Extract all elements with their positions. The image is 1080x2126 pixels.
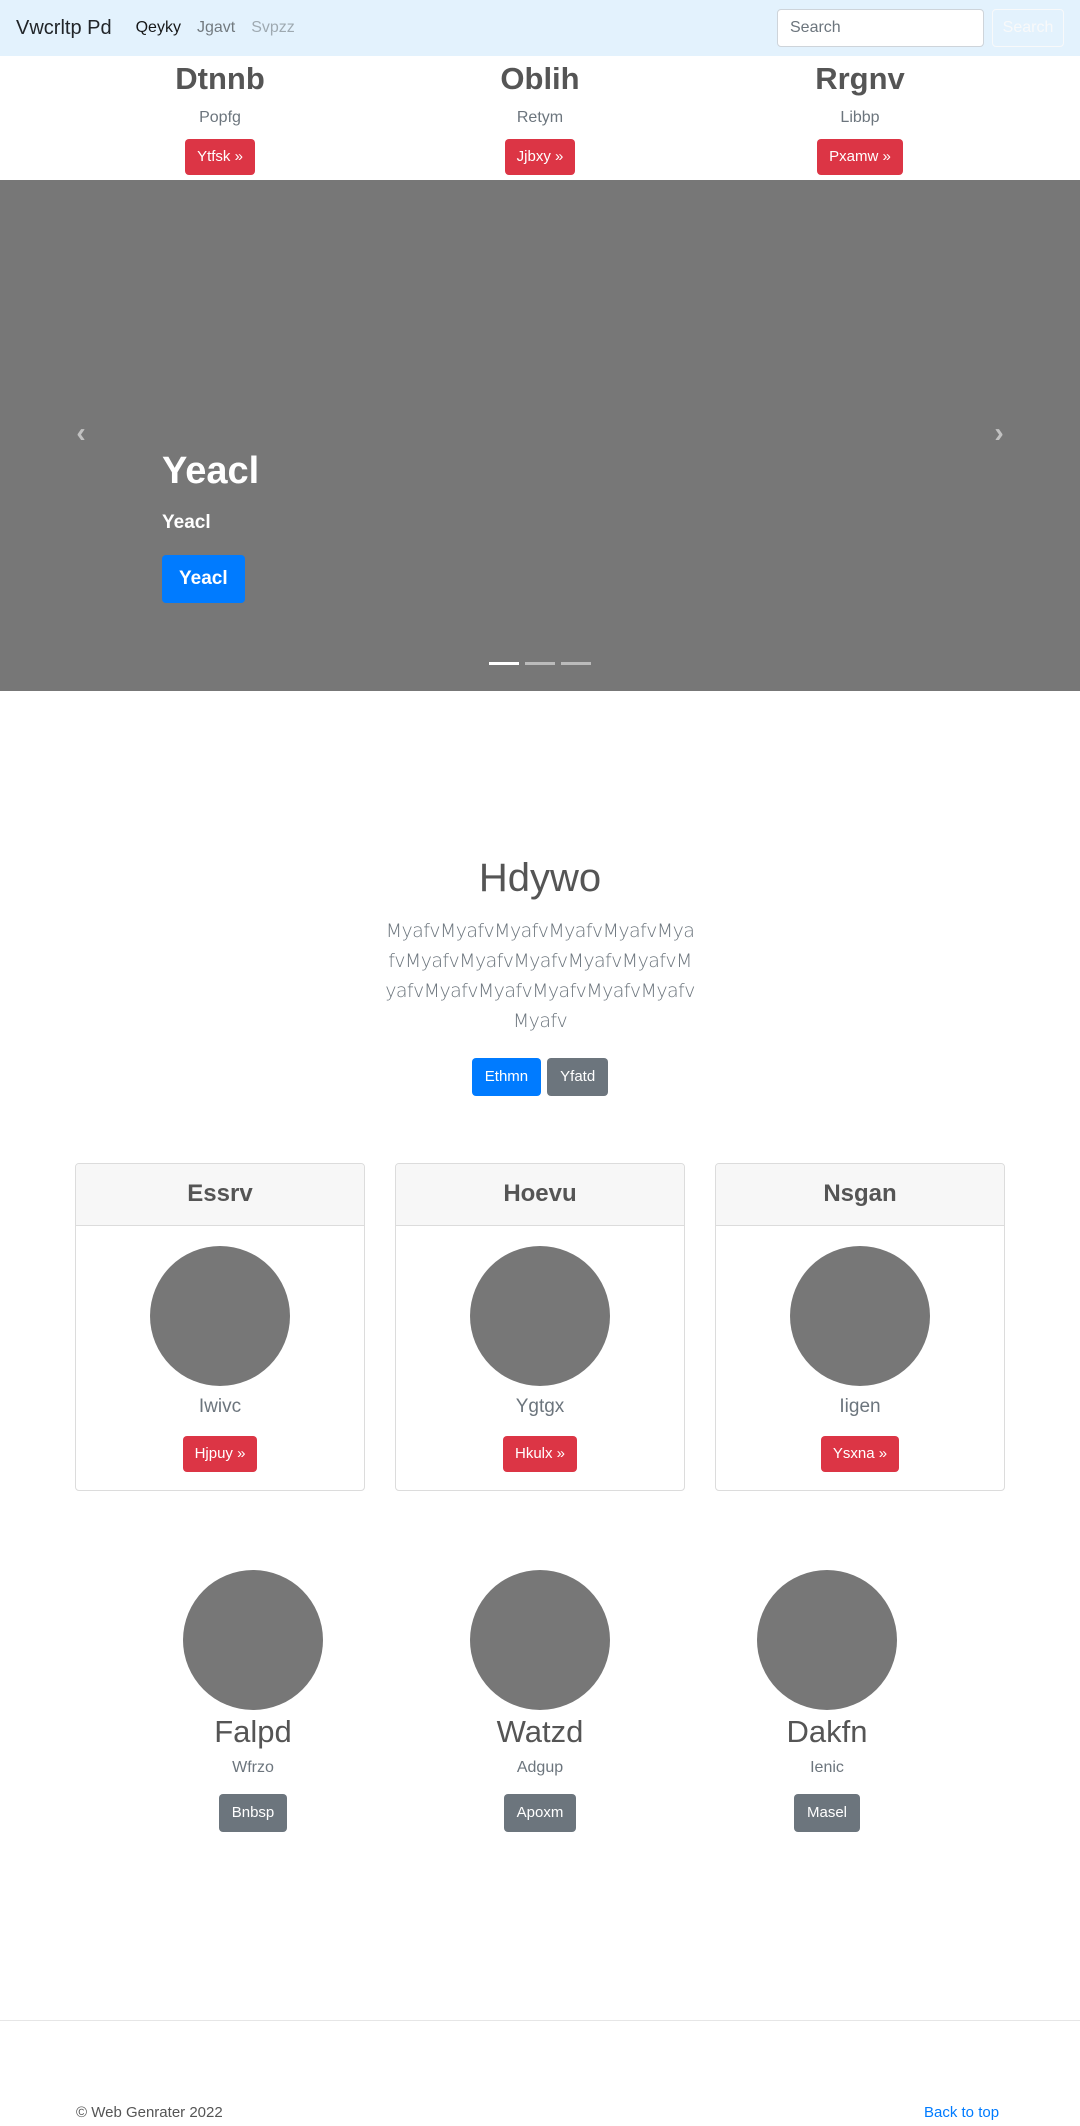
card-1: Essrv Iwivc Hjpuy » (75, 1163, 365, 1491)
carousel-indicators (489, 662, 591, 665)
strip-heading: Dtnnb (175, 61, 265, 96)
card-button[interactable]: Hkulx » (502, 1436, 578, 1472)
strip-column-3: Rrgnv Libbp Pxamw » (700, 56, 1020, 175)
card-text: Iigen (839, 1396, 881, 1417)
navbar-brand[interactable]: Vwcrltp Pd (16, 17, 112, 40)
feature-title: Dakfn (786, 1714, 868, 1749)
card-2: Hoevu Ygtgx Hkulx » (395, 1163, 685, 1491)
card-header: Essrv (76, 1164, 364, 1226)
carousel-caption-title: Yeacl (162, 450, 260, 492)
strip-text: Popfg (199, 109, 241, 126)
strip-column-1: Dtnnb Popfg Ytfsk » (60, 56, 380, 175)
strip-button[interactable]: Ytfsk » (185, 139, 255, 175)
feature-button[interactable]: Masel (793, 1794, 860, 1832)
jumbotron-secondary-button[interactable]: Yfatd (547, 1058, 609, 1096)
carousel-indicator-1[interactable] (489, 662, 519, 665)
strip-heading: Oblih (500, 61, 580, 96)
strip-text: Libbp (840, 109, 880, 126)
card-text: Iwivc (198, 1396, 242, 1417)
carousel-indicator-3[interactable] (561, 662, 591, 665)
carousel-indicator-2[interactable] (525, 662, 555, 665)
nav-link-svpzz: Svpzz (251, 19, 295, 36)
carousel-caption-subtitle: Yeacl (162, 512, 211, 533)
card-header: Nsgan (716, 1164, 1004, 1226)
strip-button[interactable]: Pxamw » (817, 139, 903, 175)
feature-text: Wfrzo (232, 1759, 274, 1776)
feature-image-placeholder (183, 1570, 323, 1710)
nav-link-jgavt[interactable]: Jgavt (197, 19, 235, 37)
back-to-top-link[interactable]: Back to top (924, 2104, 999, 2121)
card-button[interactable]: Hjpuy » (182, 1436, 258, 1472)
card-button[interactable]: Ysxna » (820, 1436, 900, 1472)
jumbotron-lead: MyafvMyafvMyafvMyafvMyafvMyafvMyafvMyafv… (385, 920, 695, 1032)
strip-column-2: Oblih Retym Jjbxy » (380, 56, 700, 175)
card-image-placeholder (790, 1246, 930, 1386)
card-text: Ygtgx (515, 1396, 565, 1417)
navbar: Vwcrltp Pd Qeyky Jgavt Svpzz Search (0, 0, 1080, 56)
feature-title: Falpd (214, 1714, 292, 1749)
feature-image-placeholder (470, 1570, 610, 1710)
feature-image-placeholder (757, 1570, 897, 1710)
chevron-left-icon[interactable]: ‹ (66, 418, 96, 448)
card-3: Nsgan Iigen Ysxna » (715, 1163, 1005, 1491)
jumbotron-primary-button[interactable]: Ethmn (471, 1058, 542, 1096)
feature-1: Falpd Wfrzo Bnbsp (133, 1570, 373, 1832)
jumbotron-title: Hdywo (478, 856, 602, 900)
feature-title: Watzd (496, 1714, 584, 1749)
card-header: Hoevu (396, 1164, 684, 1226)
feature-text: Ienic (810, 1759, 844, 1776)
feature-text: Adgup (516, 1759, 564, 1776)
search-button[interactable]: Search (992, 9, 1064, 47)
carousel-caption-button[interactable]: Yeacl (162, 555, 245, 603)
jumbotron-buttons: Ethmn Yfatd (0, 1058, 1080, 1096)
card-image-placeholder (150, 1246, 290, 1386)
footer-divider (0, 2020, 1080, 2021)
search-input[interactable] (777, 9, 984, 47)
feature-button[interactable]: Apoxm (503, 1794, 577, 1832)
chevron-right-icon[interactable]: › (984, 418, 1014, 448)
strip-text: Retym (516, 109, 564, 126)
strip-button[interactable]: Jjbxy » (504, 139, 576, 175)
carousel: ‹ › Yeacl Yeacl Yeacl (0, 180, 1080, 691)
nav-link-qeyky[interactable]: Qeyky (136, 19, 181, 37)
feature-button[interactable]: Bnbsp (218, 1794, 288, 1832)
feature-2: Watzd Adgup Apoxm (420, 1570, 660, 1832)
footer-copyright: © Web Genrater 2022 (76, 2104, 223, 2121)
strip-heading: Rrgnv (815, 61, 905, 96)
feature-3: Dakfn Ienic Masel (707, 1570, 947, 1832)
card-image-placeholder (470, 1246, 610, 1386)
jumbotron: Hdywo MyafvMyafvMyafvMyafvMyafvMyafvMyaf… (0, 850, 1080, 1096)
